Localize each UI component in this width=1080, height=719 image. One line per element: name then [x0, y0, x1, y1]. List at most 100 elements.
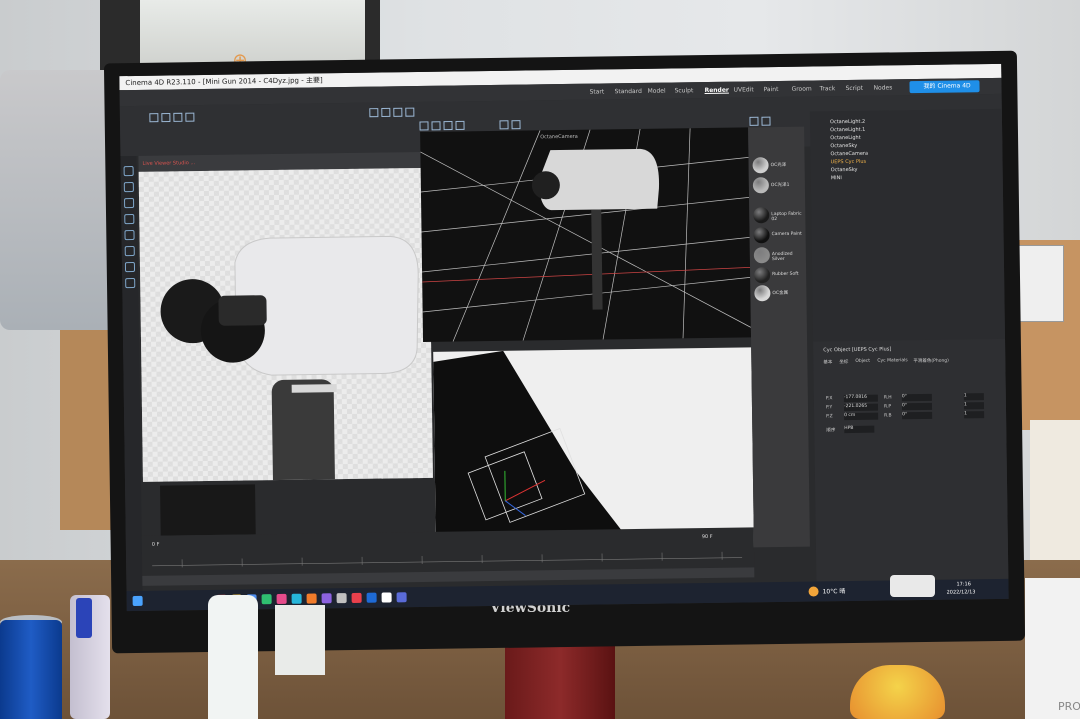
app-icon[interactable] [366, 592, 377, 603]
product-box [1025, 578, 1080, 719]
coord-axis-label: P.X [825, 396, 833, 402]
polygon-tool-icon[interactable] [124, 229, 135, 241]
layout-tab-groom[interactable]: Groom [792, 86, 812, 93]
move-tool-icon[interactable] [123, 165, 134, 177]
material-swatch[interactable] [753, 247, 770, 264]
weather-text: 10°C 晴 [822, 588, 846, 596]
monitor-screen: Cinema 4D R23.110 - [Mini Gun 2014 - C4D… [119, 63, 1009, 612]
taskbar-date[interactable]: 2022/12/13 [947, 589, 976, 595]
current-frame[interactable]: 0 F [152, 542, 160, 548]
layout-tab-uvedit[interactable]: UVEdit [734, 86, 754, 93]
top-viewport[interactable] [433, 347, 754, 552]
app-icon[interactable] [261, 594, 272, 605]
edge-tool-icon[interactable] [124, 245, 135, 257]
object-row[interactable]: OctaneCamera [830, 151, 868, 158]
attribute-tab[interactable]: 基本 [823, 359, 832, 365]
object-row[interactable]: OctaneLight.1 [830, 127, 865, 133]
layout-tab-start[interactable]: Start [590, 88, 605, 95]
material-label: OC金属 [772, 290, 789, 297]
material-label: OC光泽 [770, 162, 787, 169]
perspective-viewport[interactable] [420, 127, 752, 342]
material-swatch[interactable] [752, 157, 769, 174]
material-label: Camera Paint [771, 231, 802, 238]
object-row[interactable]: OctaneLight.2 [830, 119, 865, 125]
layout-tab-nodes[interactable]: Nodes [873, 84, 892, 91]
order-select[interactable]: HPB [844, 425, 875, 434]
coord-axis-label: P.Y [825, 405, 833, 411]
app-icon[interactable] [321, 593, 332, 604]
viewport-camera-label: OctaneCamera [540, 133, 578, 141]
layout-tab-model[interactable]: Model [648, 88, 666, 95]
object-row[interactable]: OctaneSky [830, 143, 857, 149]
object-row-selected[interactable]: UEPS Cyc Plus [831, 159, 867, 165]
rotation-input[interactable]: 0° [901, 402, 933, 411]
attribute-header: Cyc Object [UEPS Cyc Plus] [823, 346, 892, 354]
user-account-button[interactable]: 我的 Cinema 4D [909, 80, 980, 94]
material-label: OC光泽1 [770, 182, 790, 189]
app-icon[interactable] [381, 592, 392, 603]
object-row[interactable]: OctaneLight [830, 135, 861, 141]
scale-input[interactable]: 1 [964, 411, 985, 419]
material-swatch[interactable] [752, 177, 770, 194]
layout-tab-track[interactable]: Track [820, 85, 836, 92]
app-icon[interactable] [291, 593, 302, 604]
webcam-clip [890, 575, 935, 597]
end-frame[interactable]: 90 F [702, 534, 713, 540]
soda-can [0, 620, 62, 719]
material-label: Anodized Silver [771, 251, 793, 263]
app-icon[interactable] [336, 593, 347, 604]
layout-tab-render[interactable]: Render [705, 87, 729, 94]
render-stats-overlay [160, 484, 256, 536]
material-swatch[interactable] [753, 227, 770, 244]
attribute-manager: Cyc Object [UEPS Cyc Plus] 基本 坐标 Object … [813, 338, 1009, 582]
scale-tool-icon[interactable] [123, 181, 134, 193]
layout-tab-sculpt[interactable]: Sculpt [675, 87, 694, 94]
attribute-tab[interactable]: Cyc Materials [877, 358, 907, 363]
layout-tab-standard[interactable]: Standard [615, 88, 642, 95]
rotation-input[interactable]: 0° [901, 393, 932, 402]
cyc-backdrop-view [433, 350, 636, 552]
app-icon[interactable] [306, 593, 317, 604]
live-viewer-render [138, 167, 433, 570]
material-label: Rubber Soft [772, 271, 799, 278]
attribute-tab[interactable]: 平滑着色(Phong) [913, 358, 949, 364]
material-label: Laptop Fabric 02 [771, 211, 802, 223]
product-box-text: PRO [1058, 700, 1080, 713]
layout-tab-script[interactable]: Script [846, 85, 864, 92]
point-tool-icon[interactable] [124, 261, 136, 273]
scale-input[interactable]: 1 [963, 393, 984, 401]
object-row[interactable]: OctaneSky [831, 167, 858, 173]
material-swatch[interactable] [753, 207, 770, 224]
weather-icon [808, 586, 819, 597]
coord-input[interactable]: -221.0265 [843, 403, 879, 412]
select-tool-icon[interactable] [124, 213, 135, 225]
app-icon[interactable] [276, 593, 287, 605]
material-manager: OC光泽 OC光泽1 Laptop Fabric 02 Camera Paint… [748, 126, 810, 548]
coord-axis-label: P.Z [826, 414, 833, 420]
spray-cap [76, 598, 92, 638]
rotation-axis-label: R.H [883, 395, 892, 401]
scale-input[interactable]: 1 [963, 402, 985, 410]
material-swatch[interactable] [754, 285, 771, 302]
massage-gun-render [160, 235, 419, 570]
rotate-tool-icon[interactable] [124, 197, 135, 209]
rotation-axis-label: R.B [884, 413, 892, 419]
brush-tool-icon[interactable] [125, 277, 136, 289]
object-row[interactable]: MINI [831, 175, 842, 181]
start-icon[interactable] [132, 595, 143, 607]
material-swatch[interactable] [754, 267, 771, 284]
order-label: 顺序 [826, 428, 836, 434]
attribute-tab[interactable]: 坐标 [839, 359, 848, 365]
layout-tab-paint[interactable]: Paint [764, 86, 779, 93]
coord-input[interactable]: -177.0816 [843, 394, 878, 403]
plastic-drawer [1030, 420, 1080, 580]
stacked-packaging [0, 70, 120, 330]
app-icon[interactable] [396, 592, 407, 603]
app-icon[interactable] [351, 592, 362, 603]
rotation-axis-label: R.P [883, 404, 892, 410]
rotation-input[interactable]: 0° [902, 411, 933, 420]
attribute-tab[interactable]: Object [855, 359, 870, 364]
white-object [275, 605, 325, 675]
coord-input[interactable]: 0 cm [844, 412, 879, 421]
taskbar-time[interactable]: 17:16 [956, 581, 971, 587]
